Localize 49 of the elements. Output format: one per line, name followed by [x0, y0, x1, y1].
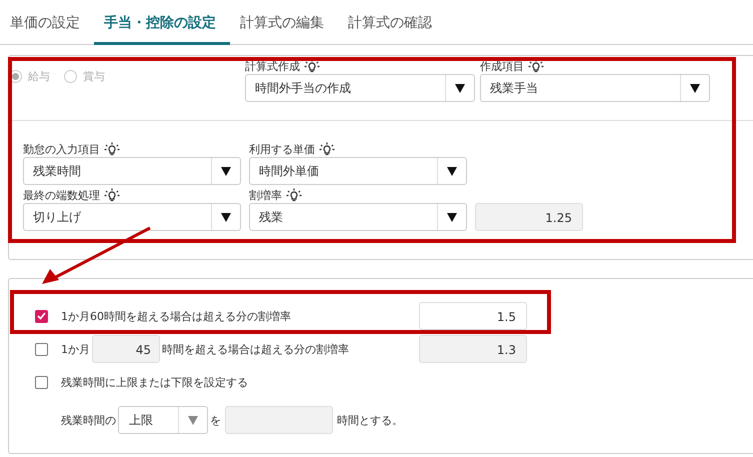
radio-button[interactable] [64, 70, 77, 82]
dropdown[interactable]: 時間外単価 [249, 157, 467, 185]
option-label: 残業時間の [61, 412, 116, 428]
tab[interactable]: 手当・控除の設定 [94, 0, 230, 45]
radio-label: 賞与 [83, 68, 105, 84]
caret-icon [447, 212, 457, 222]
lightbulb-icon [286, 188, 302, 202]
dropdown[interactable]: 切り上げ [23, 203, 241, 231]
field-label: 最終の端数処理 [23, 188, 100, 202]
option-label: 1か月 [61, 342, 90, 356]
field-label: 作成項目 [480, 58, 524, 74]
field-label: 勤怠の入力項目 [23, 142, 100, 156]
caret-icon [221, 166, 231, 176]
tab[interactable]: 単価の設定 [0, 0, 94, 45]
checkbox[interactable] [35, 376, 48, 388]
option-label: 時間を超える場合は超える分の割増率 [162, 342, 349, 356]
hours-field[interactable]: 45 [92, 335, 160, 363]
field-label: 割増率 [249, 188, 282, 202]
dropdown[interactable]: 残業 [249, 203, 467, 231]
lightbulb-icon [304, 59, 320, 73]
rate-field[interactable]: 1.5 [419, 302, 527, 330]
caret-icon [188, 416, 198, 424]
rate-field[interactable]: 1.25 [475, 203, 583, 231]
option-label: を [210, 412, 221, 428]
option-label: 時間とする。 [337, 412, 403, 428]
option-label: 1か月60時間を超える場合は超える分の割増率 [61, 308, 291, 324]
lightbulb-icon [319, 142, 335, 156]
checkbox[interactable] [35, 342, 48, 356]
caret-icon [447, 166, 457, 176]
lightbulb-icon [528, 59, 544, 73]
dropdown[interactable]: 上限 [118, 406, 208, 434]
dropdown[interactable]: 時間外手当の作成 [245, 74, 475, 102]
rate-field[interactable]: 1.3 [419, 335, 527, 363]
caret-icon [455, 84, 465, 92]
tab[interactable]: 計算式の編集 [230, 0, 338, 45]
field-label: 計算式作成 [245, 58, 300, 74]
caret-icon [221, 212, 231, 222]
option-label: 残業時間に上限または下限を設定する [61, 374, 248, 390]
tab[interactable]: 計算式の確認 [338, 0, 446, 45]
caret-icon [690, 84, 700, 92]
checkbox[interactable] [35, 310, 48, 322]
hours-field[interactable] [225, 406, 333, 434]
lightbulb-icon [104, 188, 120, 202]
lightbulb-icon [104, 142, 120, 156]
radio-button[interactable] [9, 70, 22, 82]
dropdown[interactable]: 残業手当 [480, 74, 710, 102]
dropdown[interactable]: 残業時間 [23, 157, 241, 185]
radio-label: 給与 [28, 68, 50, 84]
field-label: 利用する単価 [249, 142, 315, 156]
